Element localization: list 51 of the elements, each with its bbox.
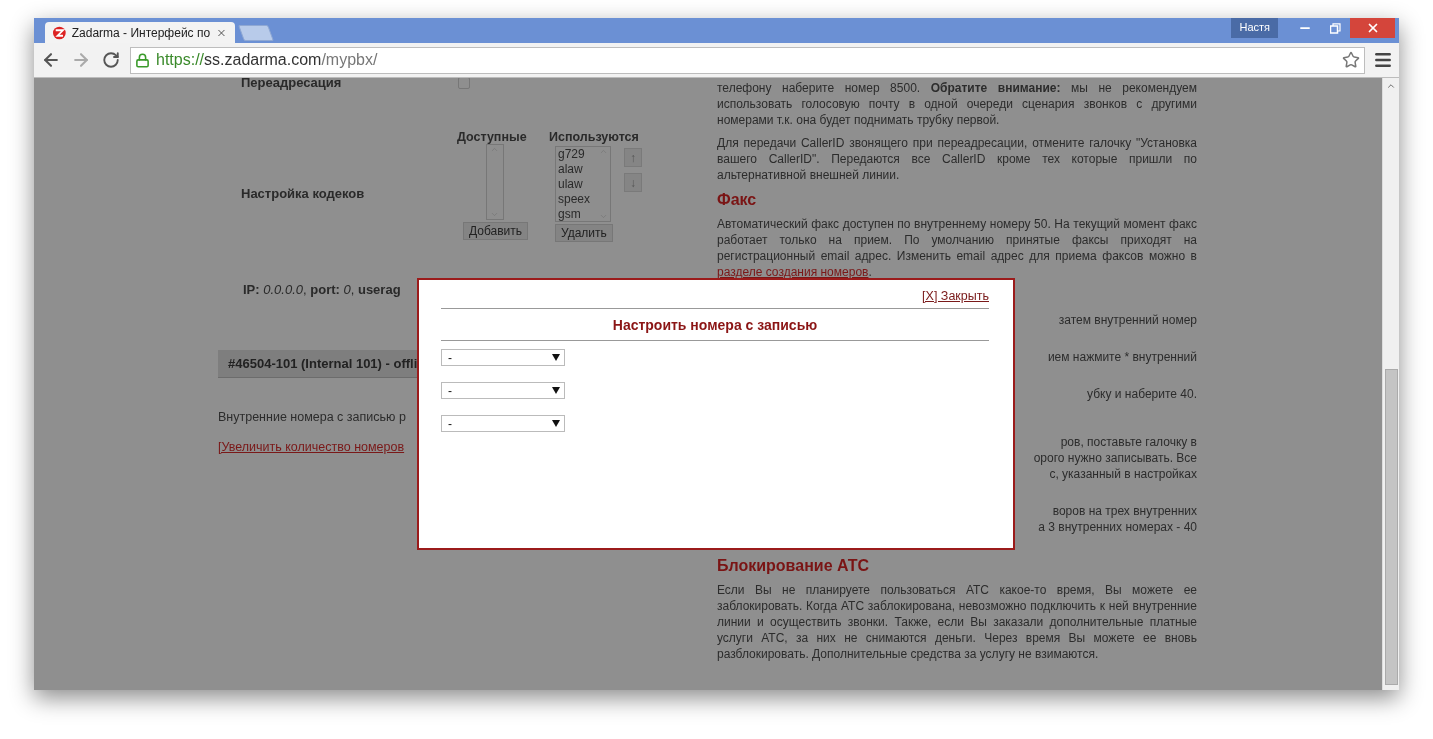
bookmark-star-icon[interactable] bbox=[1342, 51, 1360, 69]
reload-button[interactable] bbox=[100, 51, 122, 69]
text-line: воров на трех внутренних bbox=[1052, 503, 1197, 519]
column-header: Доступные bbox=[457, 130, 527, 144]
list-item[interactable]: ulaw bbox=[558, 177, 596, 192]
number-select[interactable]: - bbox=[441, 382, 565, 399]
remove-button[interactable]: Удалить bbox=[555, 224, 613, 242]
profile-button[interactable]: Настя bbox=[1231, 18, 1278, 38]
close-window-button[interactable] bbox=[1350, 18, 1395, 38]
text-line: а 3 внутренних номерах - 40 bbox=[1038, 519, 1197, 535]
text-line: с, указанный в настройках bbox=[1049, 466, 1197, 482]
browser-tab[interactable]: Zadarma - Интерфейс по bbox=[45, 22, 235, 43]
list-item[interactable]: gsm bbox=[558, 207, 596, 222]
note-text: Внутренние номера с записью р bbox=[218, 410, 406, 424]
logo-icon bbox=[53, 25, 66, 40]
dropdown-arrow-icon bbox=[552, 420, 560, 427]
number-select[interactable]: - bbox=[441, 349, 565, 366]
connection-info: IP: 0.0.0.0, port: 0, userag bbox=[242, 282, 402, 297]
add-button[interactable]: Добавить bbox=[463, 222, 529, 240]
lock-icon bbox=[135, 52, 150, 68]
restore-icon bbox=[1329, 22, 1341, 34]
dialog-title: Настроить номера с записью bbox=[611, 317, 819, 333]
checkbox[interactable] bbox=[458, 78, 471, 89]
new-tab-button[interactable] bbox=[238, 25, 274, 41]
section-heading: Факс bbox=[717, 190, 758, 210]
used-codecs-list[interactable]: g729 alaw ulaw speex gsm bbox=[555, 146, 611, 222]
field-label: Настройка кодеков bbox=[241, 185, 366, 201]
paragraph: Если Вы не планируете пользоваться АТС какое-то время, Вы можете ее заблокировать. Когда АТС заблокирована, невозможно подключить к ней внутренние линии и осуществить звонки. Также, если Вы заказали дополнительные платные услуги АТС, за них не снимаются деньги. Через время Вы можете ее вновь разблокировать. Дополнительные средства за услугу не взимаются. bbox=[717, 582, 1197, 662]
text-line: ров, поставьте галочку в bbox=[1060, 434, 1197, 450]
column-header: Используются bbox=[549, 130, 639, 144]
paragraph: телефону наберите номер 8500. Обратите внимание: мы не рекомендуем использовать голосовую почту в одной очереди сценария звонков с другими номерами т.к. она будет поднимать трубку первой. bbox=[717, 80, 1197, 128]
close-link[interactable]: [X] Закрыть bbox=[922, 289, 989, 303]
paragraph: Автоматический факс доступен по внутреннему номеру 50. На текущий момент факс работает только на прием. По умолчанию принятые факсы приходят на регистрационный email адрес. Изменить email адрес для приема факсов можно в разделе создания номеров. bbox=[717, 216, 1197, 280]
text-line: ием нажмите * внутренний bbox=[1047, 349, 1197, 365]
list-item[interactable]: speex bbox=[558, 192, 596, 207]
scroll-up-icon[interactable] bbox=[1386, 81, 1396, 91]
number-select[interactable]: - bbox=[441, 415, 565, 432]
text-line: затем внутренний номер bbox=[1058, 312, 1197, 328]
section-heading: Блокирование АТС bbox=[717, 556, 871, 576]
paragraph: Для передачи CallerID звонящего при переадресации, отмените галочку "Установка вашего CallerID". Передаются все CallerID кроме тех которые пришли по альтернативной внешней линии. bbox=[717, 135, 1197, 183]
field-label: Переадресация bbox=[241, 78, 342, 90]
menu-icon[interactable] bbox=[1373, 50, 1393, 70]
dropdown-arrow-icon bbox=[552, 387, 560, 394]
list-item[interactable]: g729 bbox=[558, 147, 596, 162]
text-line: убку и наберите 40. bbox=[1087, 386, 1197, 402]
list-item[interactable]: alaw bbox=[558, 162, 596, 177]
scrollbar[interactable] bbox=[1382, 78, 1399, 690]
dropdown-arrow-icon bbox=[552, 354, 560, 361]
address-bar[interactable]: https://ss.zadarma.com/mypbx/ bbox=[130, 46, 1365, 74]
increase-numbers-link[interactable]: [Увеличить количество номеров bbox=[218, 440, 405, 454]
text-line: орого нужно записывать. Все bbox=[1033, 450, 1197, 466]
